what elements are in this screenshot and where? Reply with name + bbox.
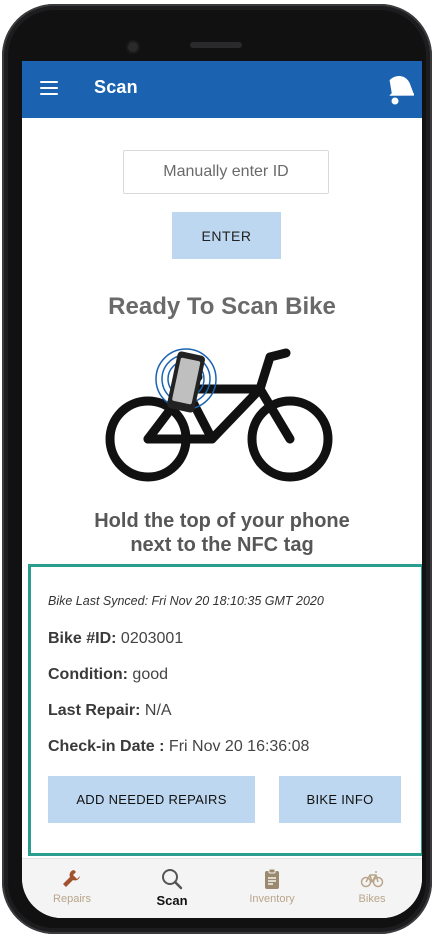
tab-scan[interactable]: Scan bbox=[122, 859, 222, 918]
enter-button[interactable]: ENTER bbox=[172, 212, 281, 259]
bike-nfc-illustration bbox=[105, 348, 333, 482]
tab-bikes[interactable]: Bikes bbox=[322, 859, 422, 918]
bike-id-value: 0203001 bbox=[120, 630, 184, 647]
menu-icon[interactable] bbox=[40, 81, 58, 95]
condition-row: Condition: good bbox=[48, 666, 168, 684]
condition-value: good bbox=[132, 666, 169, 683]
tab-bikes-label: Bikes bbox=[358, 893, 386, 905]
condition-label: Condition: bbox=[48, 666, 128, 683]
tab-inventory-label: Inventory bbox=[249, 893, 295, 905]
notification-bell-icon[interactable] bbox=[386, 73, 414, 105]
bicycle-icon bbox=[105, 348, 333, 482]
tab-inventory[interactable]: Inventory bbox=[222, 859, 322, 918]
last-synced-text: Bike Last Synced: Fri Nov 20 18:10:35 GM… bbox=[48, 594, 324, 608]
last-repair-label: Last Repair: bbox=[48, 702, 141, 719]
scan-heading: Ready To Scan Bike bbox=[108, 293, 336, 320]
instruction-line-1: Hold the top of your phone bbox=[94, 510, 350, 532]
page-title: Scan bbox=[94, 77, 138, 97]
bike-info-button[interactable]: BIKE INFO bbox=[279, 776, 401, 823]
bike-id-input[interactable] bbox=[123, 150, 329, 194]
tab-repairs-label: Repairs bbox=[53, 893, 91, 905]
instruction-line-2: next to the NFC tag bbox=[130, 534, 314, 556]
checkin-date-label: Check-in Date : bbox=[48, 738, 165, 755]
tab-repairs[interactable]: Repairs bbox=[22, 859, 122, 918]
wrench-icon bbox=[63, 870, 80, 887]
app-screen: Scan ENTER Ready To Scan Bike Hold th bbox=[22, 61, 422, 918]
add-needed-repairs-button[interactable]: ADD NEEDED REPAIRS bbox=[48, 776, 255, 823]
clipboard-icon bbox=[265, 868, 279, 889]
earpiece-speaker bbox=[190, 42, 242, 48]
tab-scan-label: Scan bbox=[156, 893, 188, 908]
bicycle-icon bbox=[360, 871, 384, 888]
checkin-date-value: Fri Nov 20 16:36:08 bbox=[168, 738, 310, 755]
scan-instructions: Hold the top of your phone next to the N… bbox=[22, 509, 422, 557]
front-camera bbox=[128, 42, 138, 52]
checkin-date-row: Check-in Date : Fri Nov 20 16:36:08 bbox=[48, 738, 309, 756]
bike-id-label: Bike #ID: bbox=[48, 630, 117, 647]
bottom-tab-bar: Repairs Scan Inventory Bikes bbox=[22, 858, 422, 918]
search-icon bbox=[162, 869, 183, 890]
last-repair-row: Last Repair: N/A bbox=[48, 702, 172, 720]
bike-id-row: Bike #ID: 0203001 bbox=[48, 630, 183, 648]
last-repair-value: N/A bbox=[144, 702, 172, 719]
app-bar: Scan bbox=[22, 61, 422, 118]
